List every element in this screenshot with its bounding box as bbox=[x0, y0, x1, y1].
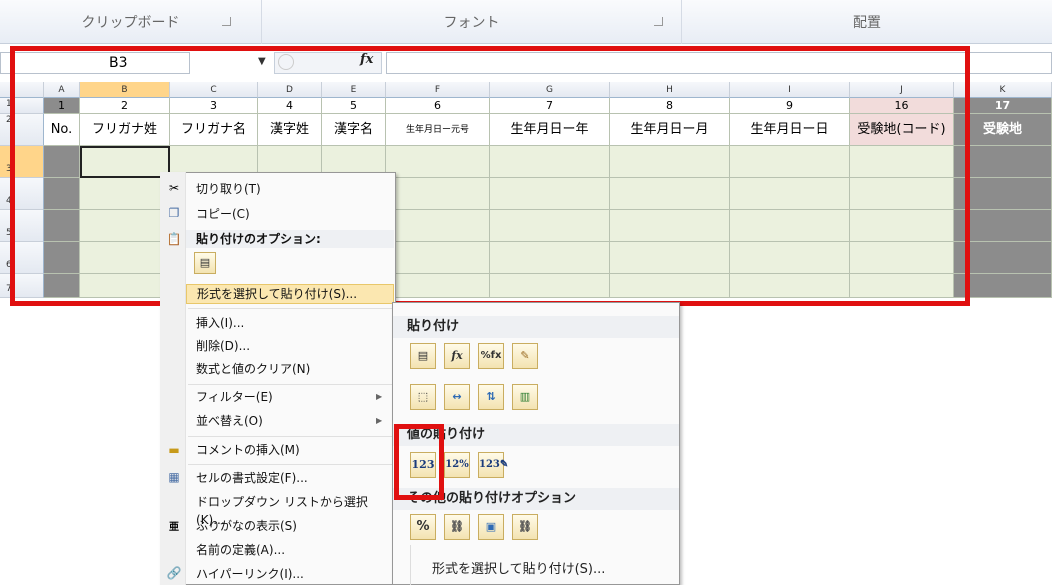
comment-icon: ▬ bbox=[168, 443, 180, 457]
paste-merge-formatting-icon[interactable]: ▥ bbox=[512, 384, 538, 410]
format-cells-icon: ▦ bbox=[168, 470, 180, 484]
alignment-group-label: 配置 bbox=[853, 15, 881, 31]
clipboard-dialog-launcher-icon[interactable] bbox=[222, 17, 231, 26]
ribbon-group-alignment: 配置 bbox=[682, 0, 1052, 44]
scissors-icon: ✂ bbox=[168, 181, 180, 195]
paste-formulas-number-format-icon[interactable]: %fx bbox=[478, 343, 504, 369]
paste-keep-column-widths-icon[interactable]: ↔ bbox=[444, 384, 470, 410]
submenu-item-paste-special[interactable]: 形式を選択して貼り付け(S)... bbox=[432, 558, 605, 577]
menu-item-filter[interactable]: フィルター(E) bbox=[186, 388, 394, 406]
paste-icon[interactable]: ▤ bbox=[194, 252, 216, 274]
paste-keep-source-formatting-icon[interactable]: ✎ bbox=[512, 343, 538, 369]
highlight-box-sheet bbox=[10, 46, 970, 306]
clipboard-icon: 📋 bbox=[166, 232, 182, 246]
paste-formulas-icon[interactable]: fx bbox=[444, 343, 470, 369]
menu-item-sort[interactable]: 並べ替え(O) bbox=[186, 412, 394, 430]
ribbon: クリップボード フォント 配置 bbox=[0, 0, 1052, 44]
menu-item-copy[interactable]: コピー(C) bbox=[186, 205, 394, 223]
ribbon-group-clipboard: クリップボード bbox=[0, 0, 262, 44]
paste-all-icon[interactable]: ▤ bbox=[410, 343, 436, 369]
menu-separator bbox=[188, 308, 392, 309]
paste-transpose-icon[interactable]: ⇅ bbox=[478, 384, 504, 410]
paste-values-source-format-icon[interactable]: 123✎ bbox=[478, 452, 508, 478]
paste-link-icon[interactable]: ⛓ bbox=[444, 514, 470, 540]
menu-item-insert[interactable]: 挿入(I)... bbox=[186, 314, 394, 332]
menu-separator bbox=[188, 436, 392, 437]
menu-item-clear-contents[interactable]: 数式と値のクリア(N) bbox=[186, 360, 394, 378]
menu-separator bbox=[188, 384, 392, 385]
font-group-label: フォント bbox=[443, 15, 500, 31]
menu-item-paste-special[interactable]: 形式を選択して貼り付け(S)... bbox=[186, 284, 394, 304]
paste-values-number-format-icon[interactable]: 12% bbox=[444, 452, 470, 478]
menu-item-show-phonetic[interactable]: ふりがなの表示(S) bbox=[186, 517, 394, 535]
submenu-heading-paste: 貼り付け bbox=[393, 316, 679, 338]
menu-item-cut[interactable]: 切り取り(T) bbox=[186, 180, 394, 198]
paste-no-borders-icon[interactable]: ⬚ bbox=[410, 384, 436, 410]
menu-heading-paste-options: 貼り付けのオプション: bbox=[186, 230, 394, 248]
menu-separator bbox=[188, 464, 392, 465]
ribbon-group-font: フォント bbox=[262, 0, 682, 44]
column-header-l[interactable] bbox=[1044, 82, 1052, 98]
submenu-arrow-icon: ▶ bbox=[376, 392, 383, 401]
menu-item-define-name[interactable]: 名前の定義(A)... bbox=[186, 541, 394, 559]
menu-item-insert-comment[interactable]: コメントの挿入(M) bbox=[186, 441, 394, 459]
menu-item-format-cells[interactable]: セルの書式設定(F)... bbox=[186, 469, 394, 487]
phonetic-icon: 亜 bbox=[169, 522, 179, 533]
submenu-arrow-icon: ▶ bbox=[376, 416, 383, 425]
paste-linked-picture-icon[interactable]: ⛓ bbox=[512, 514, 538, 540]
font-dialog-launcher-icon[interactable] bbox=[654, 17, 663, 26]
menu-item-hyperlink[interactable]: ハイパーリンク(I)... bbox=[186, 565, 394, 583]
submenu-separator bbox=[410, 545, 411, 585]
hyperlink-icon: 🔗 bbox=[166, 566, 182, 580]
excel-screenshot: { "ribbon": { "groups": ["クリップボード", "フォン… bbox=[0, 0, 1052, 585]
copy-icon: ❐ bbox=[168, 206, 180, 220]
paste-formatting-icon[interactable]: % bbox=[410, 514, 436, 540]
highlight-box-paste-values bbox=[394, 424, 444, 500]
paste-picture-icon[interactable]: ▣ bbox=[478, 514, 504, 540]
menu-item-delete[interactable]: 削除(D)... bbox=[186, 337, 394, 355]
